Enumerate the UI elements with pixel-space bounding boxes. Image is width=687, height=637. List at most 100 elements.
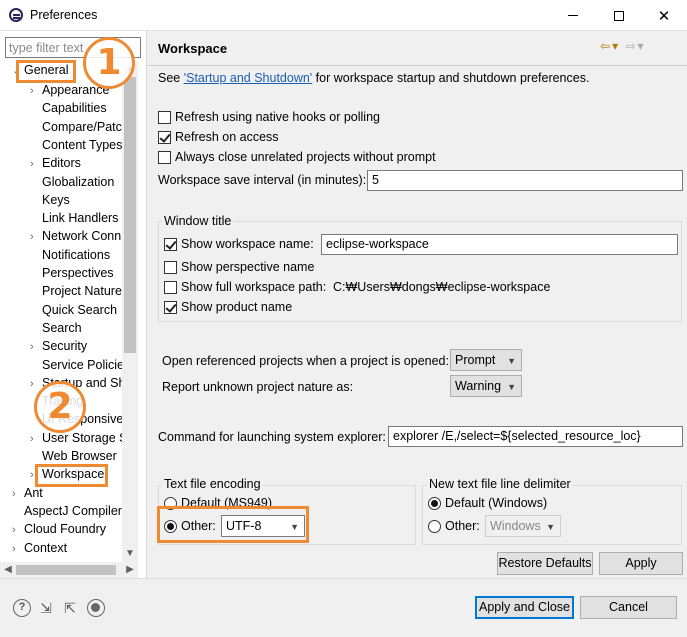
- chevron-right-icon[interactable]: ›: [30, 430, 42, 448]
- checkbox-box[interactable]: [164, 237, 177, 251]
- maximize-button[interactable]: [596, 0, 642, 31]
- chevron-right-icon[interactable]: ›: [30, 338, 42, 356]
- chevron-right-icon[interactable]: ›: [30, 228, 42, 246]
- tree-item[interactable]: Web Browser: [30, 447, 117, 465]
- unknown-nature-select[interactable]: Warning ▼: [450, 375, 522, 397]
- dialog-footer: ? ⇲ ⇱ Apply and Close Cancel: [0, 578, 687, 637]
- chevron-down-icon: ▼: [507, 382, 516, 392]
- tree-item[interactable]: AspectJ Compiler: [12, 502, 122, 520]
- forward-menu-icon[interactable]: ▾: [638, 39, 646, 53]
- tree-item[interactable]: Compare/Patch: [30, 118, 122, 136]
- always-close-label: Always close unrelated projects without …: [175, 150, 436, 164]
- tree-item-label: Perspectives: [42, 266, 114, 280]
- tree-item[interactable]: Content Types: [30, 136, 122, 154]
- help-icon[interactable]: ?: [13, 599, 31, 617]
- show-perspective-checkbox[interactable]: Show perspective name: [164, 260, 314, 274]
- tree-item[interactable]: Project Natures: [30, 282, 122, 300]
- back-menu-icon[interactable]: ▾: [612, 39, 620, 53]
- tree-horizontal-scrollbar[interactable]: ◀ ▶: [0, 562, 138, 578]
- radio-dot[interactable]: [428, 519, 441, 533]
- tree-item[interactable]: Link Handlers: [30, 209, 118, 227]
- encoding-group-label: Text file encoding: [162, 477, 263, 491]
- tree-item[interactable]: Perspectives: [30, 264, 114, 282]
- open-referenced-select[interactable]: Prompt ▼: [450, 349, 522, 371]
- startup-shutdown-note: See 'Startup and Shutdown' for workspace…: [158, 71, 589, 85]
- delimiter-default-radio[interactable]: Default (Windows): [428, 496, 547, 510]
- refresh-access-checkbox[interactable]: Refresh on access: [158, 130, 279, 144]
- chevron-right-icon[interactable]: ›: [30, 155, 42, 173]
- scroll-left-icon[interactable]: ◀: [0, 562, 16, 578]
- tree-item[interactable]: Quick Search: [30, 301, 117, 319]
- see-prefix: See: [158, 71, 184, 85]
- eclipse-app-icon: [9, 8, 23, 22]
- checkbox-box[interactable]: [158, 110, 171, 124]
- chevron-right-icon[interactable]: ›: [12, 540, 24, 558]
- encoding-highlight: [157, 506, 309, 543]
- line-delimiter-group-label: New text file line delimiter: [427, 477, 573, 491]
- chevron-down-icon: ▼: [546, 522, 555, 532]
- page-navigation: ⇦▾ ⇨▾: [600, 39, 646, 53]
- tree-item-label: Network Conn: [42, 229, 122, 244]
- checkbox-box[interactable]: [164, 300, 177, 314]
- record-icon[interactable]: [87, 599, 105, 617]
- scroll-right-icon[interactable]: ▶: [122, 562, 138, 578]
- show-workspace-name-label: Show workspace name:: [181, 237, 314, 251]
- chevron-right-icon[interactable]: ›: [12, 521, 24, 539]
- preference-tree-pane: ⌄General›AppearanceCapabilitiesCompare/P…: [0, 31, 147, 578]
- tree-item-label: Search: [42, 320, 82, 335]
- tree-item-label: Cloud Foundry: [24, 522, 106, 537]
- show-workspace-name-checkbox[interactable]: Show workspace name:: [164, 237, 314, 251]
- see-suffix: for workspace startup and shutdown prefe…: [312, 71, 590, 85]
- startup-shutdown-link[interactable]: 'Startup and Shutdown': [184, 71, 312, 85]
- checkbox-box[interactable]: [158, 130, 171, 144]
- back-arrow-icon[interactable]: ⇦: [600, 39, 612, 53]
- always-close-checkbox[interactable]: Always close unrelated projects without …: [158, 150, 436, 164]
- import-icon[interactable]: ⇲: [37, 599, 55, 617]
- tree-item[interactable]: › Cloud Foundry: [12, 520, 106, 538]
- apply-and-close-button[interactable]: Apply and Close: [475, 596, 574, 619]
- forward-arrow-icon[interactable]: ⇨: [625, 39, 637, 53]
- save-interval-input[interactable]: 5: [367, 170, 683, 191]
- tree-item[interactable]: Globalization: [30, 173, 114, 191]
- cancel-button[interactable]: Cancel: [580, 596, 677, 619]
- chevron-right-icon[interactable]: ›: [12, 485, 24, 503]
- window-title: Preferences: [30, 8, 98, 22]
- chevron-right-icon[interactable]: ›: [30, 82, 42, 100]
- hscroll-thumb[interactable]: [16, 565, 116, 575]
- checkbox-box[interactable]: [164, 260, 177, 274]
- tree-item[interactable]: › Editors: [30, 154, 81, 172]
- explorer-command-input[interactable]: explorer /E,/select=${selected_resource_…: [388, 426, 683, 447]
- tree-item[interactable]: › User Storage S: [30, 429, 122, 447]
- show-full-path-checkbox[interactable]: Show full workspace path:: [164, 280, 326, 294]
- tree-item[interactable]: Notifications: [30, 246, 110, 264]
- scroll-down-icon[interactable]: ▼: [122, 546, 138, 562]
- delimiter-other-select[interactable]: Windows ▼: [485, 515, 561, 537]
- unknown-nature-value: Warning: [455, 379, 502, 393]
- radio-dot[interactable]: [428, 496, 441, 510]
- scroll-thumb[interactable]: [124, 77, 136, 353]
- tree-item[interactable]: Service Policies: [30, 356, 122, 374]
- export-icon[interactable]: ⇱: [61, 599, 79, 617]
- open-referenced-value: Prompt: [455, 353, 496, 367]
- tree-item-label: Notifications: [42, 247, 111, 262]
- close-button[interactable]: ✕: [641, 0, 687, 31]
- checkbox-box[interactable]: [158, 150, 171, 164]
- tree-item[interactable]: › Security: [30, 337, 87, 355]
- tree-item[interactable]: › Network Conn: [30, 227, 121, 245]
- tree-item[interactable]: Keys: [30, 191, 70, 209]
- tree-item-label: AspectJ Compiler: [24, 503, 122, 518]
- tree-item[interactable]: Search: [30, 319, 82, 337]
- show-product-checkbox[interactable]: Show product name: [164, 300, 292, 314]
- tree-item-label: Compare/Patch: [42, 119, 122, 134]
- workspace-name-input[interactable]: eclipse-workspace: [321, 234, 678, 255]
- tree-vertical-scrollbar[interactable]: ▲ ▼: [122, 61, 138, 562]
- refresh-native-checkbox[interactable]: Refresh using native hooks or polling: [158, 110, 380, 124]
- restore-defaults-button[interactable]: Restore Defaults: [497, 552, 593, 575]
- checkbox-box[interactable]: [164, 280, 177, 294]
- tree-item[interactable]: › Context: [12, 539, 67, 557]
- delimiter-other-radio[interactable]: Other:: [428, 519, 480, 533]
- apply-button[interactable]: Apply: [599, 552, 683, 575]
- show-product-label: Show product name: [181, 300, 293, 314]
- minimize-button[interactable]: [550, 0, 596, 31]
- tree-item[interactable]: Capabilities: [30, 99, 107, 117]
